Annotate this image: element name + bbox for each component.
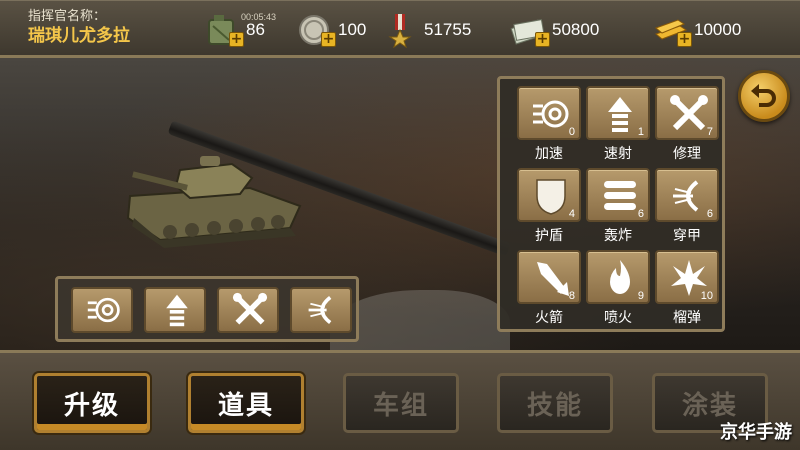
rapid-fire-icon: [166, 294, 188, 327]
add-fuel-button[interactable]: +: [229, 32, 244, 47]
item-count: 6: [706, 208, 713, 220]
item-bombing[interactable]: 6 轰炸: [586, 168, 650, 248]
add-gold-button[interactable]: +: [677, 32, 692, 47]
equipped-slot-4[interactable]: [290, 287, 352, 333]
rocket-icon: [537, 262, 569, 296]
item-label: 穿甲: [673, 228, 701, 244]
armor-piercing-icon: [308, 295, 332, 325]
tab-items[interactable]: 道具: [188, 373, 304, 433]
item-inventory-panel: 0 加速 1 速射 7 修理 4 护盾 6 轰炸 6 穿甲 8 火箭 9 喷火 …: [497, 76, 725, 332]
speed-boost-icon: [87, 297, 120, 323]
tab-skills[interactable]: 技能: [497, 373, 613, 433]
gold-bars-icon: +: [652, 12, 692, 48]
resource-bar: 指挥官名称： 瑞琪儿尤多拉 + 86 00:05:43 + 100 51755 …: [0, 0, 800, 58]
add-silver-button[interactable]: +: [321, 32, 336, 47]
item-label: 速射: [604, 146, 632, 162]
item-label: 喷火: [604, 310, 632, 326]
cash-value: 50800: [552, 20, 600, 39]
undo-arrow-icon: [751, 84, 776, 107]
armor-piercing-icon: [673, 180, 699, 212]
item-label: 修理: [673, 146, 701, 162]
back-button[interactable]: [738, 70, 790, 122]
medal-value: 51755: [424, 20, 472, 39]
equipped-item-slots: [55, 276, 359, 342]
bottom-tab-bar: 升级 道具 车组 技能 涂装 京华手游: [0, 350, 800, 450]
silver-value: 100: [338, 20, 367, 39]
item-grenade[interactable]: 10 榴弹: [655, 250, 719, 330]
tank-preview: [120, 148, 310, 248]
silver-resource[interactable]: + 100: [296, 10, 366, 50]
item-count: 6: [637, 208, 644, 220]
item-label: 轰炸: [604, 228, 632, 244]
silver-coin-icon: +: [296, 12, 336, 48]
item-shield[interactable]: 4 护盾: [517, 168, 581, 248]
item-count: 4: [568, 208, 575, 220]
gold-value: 10000: [694, 20, 742, 39]
item-label: 加速: [535, 146, 563, 162]
cash-resource[interactable]: + 50800: [510, 10, 599, 50]
cash-icon: +: [510, 12, 550, 48]
equipped-slot-3[interactable]: [217, 287, 279, 333]
item-count: 8: [568, 290, 575, 302]
item-flame[interactable]: 9 喷火: [586, 250, 650, 330]
medal-icon: [382, 12, 418, 49]
item-count: 9: [637, 290, 644, 302]
item-count: 10: [700, 290, 713, 302]
item-label: 火箭: [535, 310, 563, 326]
watermark: 京华手游: [720, 422, 792, 443]
equipped-slot-2[interactable]: [144, 287, 206, 333]
item-repair[interactable]: 7 修理: [655, 86, 719, 166]
bombing-icon: [604, 181, 636, 210]
item-label: 榴弹: [673, 310, 701, 326]
tab-crew[interactable]: 车组: [343, 373, 459, 433]
fuel-timer: 00:05:43: [241, 12, 277, 22]
tab-upgrade[interactable]: 升级: [34, 373, 150, 433]
add-cash-button[interactable]: +: [535, 32, 550, 47]
item-armor-piercing[interactable]: 6 穿甲: [655, 168, 719, 248]
shield-icon: [536, 179, 566, 215]
item-count: 7: [706, 126, 713, 138]
fuel-value: 86: [246, 20, 265, 39]
item-rapid-fire[interactable]: 1 速射: [586, 86, 650, 166]
repair-icon: [232, 292, 268, 325]
item-count: 0: [568, 126, 575, 138]
fuel-can-icon: +: [204, 12, 244, 48]
item-rocket[interactable]: 8 火箭: [517, 250, 581, 330]
repair-icon: [670, 95, 708, 131]
speed-boost-icon: [533, 100, 569, 128]
flame-icon: [610, 260, 630, 294]
item-count: 1: [637, 126, 644, 138]
item-label: 护盾: [535, 228, 563, 244]
rapid-fire-icon: [608, 97, 632, 132]
gold-resource[interactable]: + 10000: [652, 10, 741, 50]
equipped-slot-1[interactable]: [71, 287, 133, 333]
item-speed-boost[interactable]: 0 加速: [517, 86, 581, 166]
medal-resource: 51755: [382, 10, 471, 50]
commander-name: 瑞琪儿尤多拉: [28, 26, 130, 46]
